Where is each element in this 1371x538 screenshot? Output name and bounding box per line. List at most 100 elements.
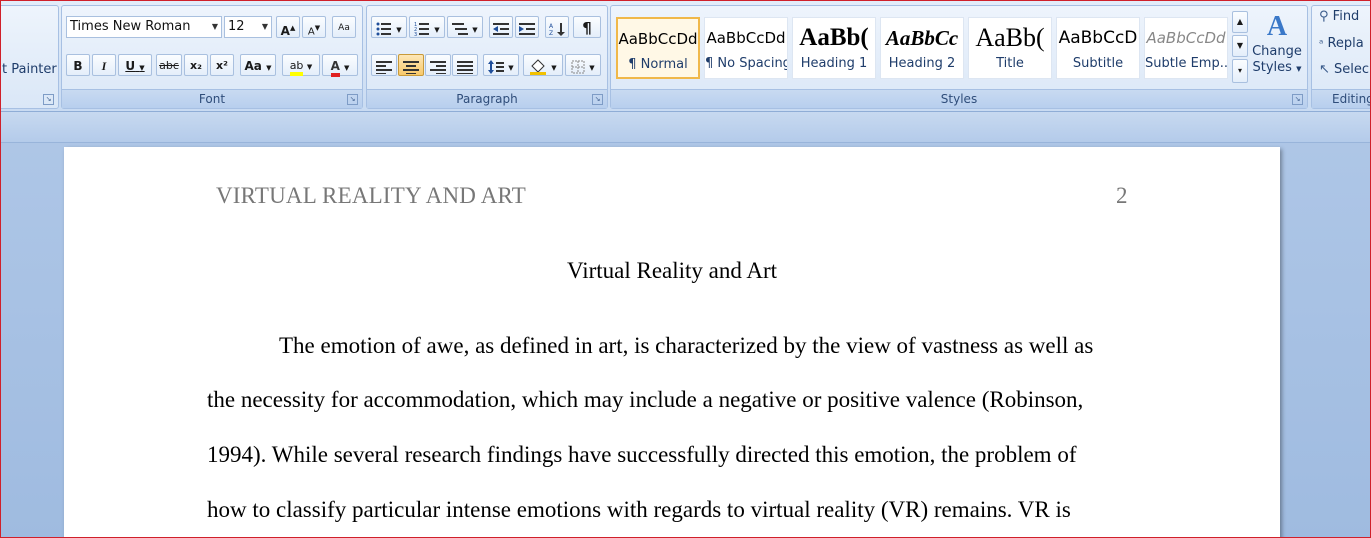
align-center-button[interactable] xyxy=(398,54,424,76)
subscript-button[interactable]: x₂ xyxy=(184,54,208,76)
style-name: Subtle Emp... xyxy=(1145,56,1227,71)
style-sample: AaBbCcD xyxy=(1058,28,1138,48)
svg-text:Z: Z xyxy=(549,30,553,36)
multilevel-list-icon xyxy=(452,22,469,35)
style-normal[interactable]: AaBbCcDd ¶ Normal xyxy=(616,17,700,79)
body-line: the necessity for accommodation, which m… xyxy=(207,387,1084,412)
align-left-icon xyxy=(376,60,392,74)
svg-text:3: 3 xyxy=(414,32,417,36)
eraser-icon: Aa xyxy=(338,23,350,33)
shading-button[interactable]: ▼ xyxy=(523,54,563,76)
paint-bucket-icon xyxy=(530,58,547,75)
editing-group-label: Editing xyxy=(1312,89,1370,108)
style-sample: AaBbCcDd xyxy=(618,30,698,48)
line-spacing-button[interactable]: ▼ xyxy=(483,54,519,76)
strikethrough-button[interactable]: abc xyxy=(156,54,182,76)
clear-formatting-button[interactable]: Aa xyxy=(332,16,356,38)
change-styles-label-2: Styles ▼ xyxy=(1252,60,1302,75)
font-dialog-launcher[interactable]: ↘ xyxy=(347,94,358,105)
decrease-indent-icon xyxy=(493,22,509,35)
replace-icon: ᵃ xyxy=(1319,37,1324,50)
style-name: ¶ Normal xyxy=(628,57,688,72)
style-heading-1[interactable]: AaBb( Heading 1 xyxy=(792,17,876,79)
chevron-down-icon: ▼ xyxy=(261,22,268,31)
change-case-button[interactable]: Aa ▼ xyxy=(240,54,276,76)
font-group-label: Font xyxy=(62,89,362,108)
clipboard-dialog-launcher[interactable]: ↘ xyxy=(43,94,54,105)
font-family-select[interactable]: Times New Roman ▼ xyxy=(66,16,222,38)
style-name: Subtitle xyxy=(1072,56,1124,71)
styles-dialog-launcher[interactable]: ↘ xyxy=(1292,94,1303,105)
font-size-select[interactable]: 12 ▼ xyxy=(224,16,272,38)
borders-button[interactable]: ▼ xyxy=(565,54,601,76)
numbering-button[interactable]: 123 ▼ xyxy=(409,16,445,38)
font-size-value: 12 xyxy=(228,19,245,34)
style-name: ¶ No Spacing xyxy=(705,56,787,71)
style-sample: AaBbCc xyxy=(885,26,959,50)
style-name: Heading 1 xyxy=(800,56,868,71)
word-window: t Painter ↘ Times New Roman ▼ 12 ▼ A▲ A▼… xyxy=(0,0,1371,538)
scroll-down-icon[interactable]: ▼ xyxy=(1232,35,1248,57)
superscript-icon: x² xyxy=(216,59,228,72)
more-styles-icon[interactable]: ▾ xyxy=(1232,59,1248,83)
replace-button[interactable]: ᵃ Repla xyxy=(1319,36,1364,51)
style-title[interactable]: AaBb( Title xyxy=(968,17,1052,79)
document-title: Virtual Reality and Art xyxy=(566,258,778,283)
body-line: 1994). While several research findings h… xyxy=(207,442,1077,467)
underline-icon: U xyxy=(125,59,136,73)
sort-button[interactable]: AZ xyxy=(545,16,569,38)
replace-label: Repla xyxy=(1327,36,1364,51)
style-subtitle[interactable]: AaBbCcD Subtitle xyxy=(1056,17,1140,79)
change-styles-button[interactable]: A Change Styles ▼ xyxy=(1252,10,1302,88)
show-formatting-marks-button[interactable]: ¶ xyxy=(573,16,601,38)
increase-indent-button[interactable] xyxy=(515,16,539,38)
styles-group: AaBbCcDd ¶ Normal AaBbCcDd ¶ No Spacing … xyxy=(610,5,1308,109)
body-line: The emotion of awe, as defined in art, i… xyxy=(279,333,1094,358)
paragraph-group-label: Paragraph xyxy=(367,89,607,108)
bullet-list-icon xyxy=(376,22,392,35)
bold-button[interactable]: B xyxy=(66,54,90,76)
style-name: Heading 2 xyxy=(888,56,956,71)
style-name: Title xyxy=(996,56,1024,71)
align-right-button[interactable] xyxy=(425,54,451,76)
style-sample: AaBb( xyxy=(799,24,869,51)
scroll-up-icon[interactable]: ▲ xyxy=(1232,11,1248,33)
pilcrow-icon: ¶ xyxy=(582,19,592,37)
paragraph-dialog-launcher[interactable]: ↘ xyxy=(592,94,603,105)
superscript-button[interactable]: x² xyxy=(210,54,234,76)
format-painter-button[interactable]: t Painter xyxy=(2,62,57,77)
chevron-down-icon: ▼ xyxy=(211,22,218,31)
italic-button[interactable]: I xyxy=(92,54,116,76)
align-left-button[interactable] xyxy=(371,54,397,76)
style-no-spacing[interactable]: AaBbCcDd ¶ No Spacing xyxy=(704,17,788,79)
justify-button[interactable] xyxy=(452,54,478,76)
align-center-icon xyxy=(403,60,419,74)
select-button[interactable]: ↖ Selec xyxy=(1319,62,1369,77)
style-subtle-emphasis[interactable]: AaBbCcDd Subtle Emp... xyxy=(1144,17,1228,79)
paragraph-group: ▼ 123 ▼ ▼ AZ ¶ ▼ ▼ ▼ Paragraph ↘ xyxy=(366,5,608,109)
shrink-font-button[interactable]: A▼ xyxy=(302,16,326,38)
svg-text:A: A xyxy=(549,23,554,30)
text-highlight-button[interactable]: ab ▼ xyxy=(282,54,320,76)
style-heading-2[interactable]: AaBbCc Heading 2 xyxy=(880,17,964,79)
decrease-indent-button[interactable] xyxy=(489,16,513,38)
body-line: how to classify particular intense emoti… xyxy=(207,497,1071,522)
underline-button[interactable]: U ▼ xyxy=(118,54,152,76)
binoculars-icon: ⚲ xyxy=(1319,9,1329,24)
ribbon: t Painter ↘ Times New Roman ▼ 12 ▼ A▲ A▼… xyxy=(1,1,1370,112)
change-case-icon: Aa xyxy=(244,59,262,73)
highlighter-icon: ab xyxy=(289,60,304,76)
style-sample: AaBb( xyxy=(975,23,1045,52)
bullets-button[interactable]: ▼ xyxy=(371,16,407,38)
document-page[interactable]: VIRTUAL REALITY AND ART 2 Virtual Realit… xyxy=(64,147,1280,537)
cursor-arrow-icon: ↖ xyxy=(1319,62,1330,77)
running-header: VIRTUAL REALITY AND ART xyxy=(216,183,526,208)
font-color-button[interactable]: A ▼ xyxy=(322,54,358,77)
multilevel-list-button[interactable]: ▼ xyxy=(447,16,483,38)
style-sample: AaBbCcDd xyxy=(706,29,786,47)
change-styles-icon: A xyxy=(1266,11,1288,42)
find-button[interactable]: ⚲ Find xyxy=(1319,9,1359,24)
increase-indent-icon xyxy=(519,22,535,35)
shrink-font-icon: A xyxy=(307,26,315,38)
grow-font-button[interactable]: A▲ xyxy=(276,16,300,38)
